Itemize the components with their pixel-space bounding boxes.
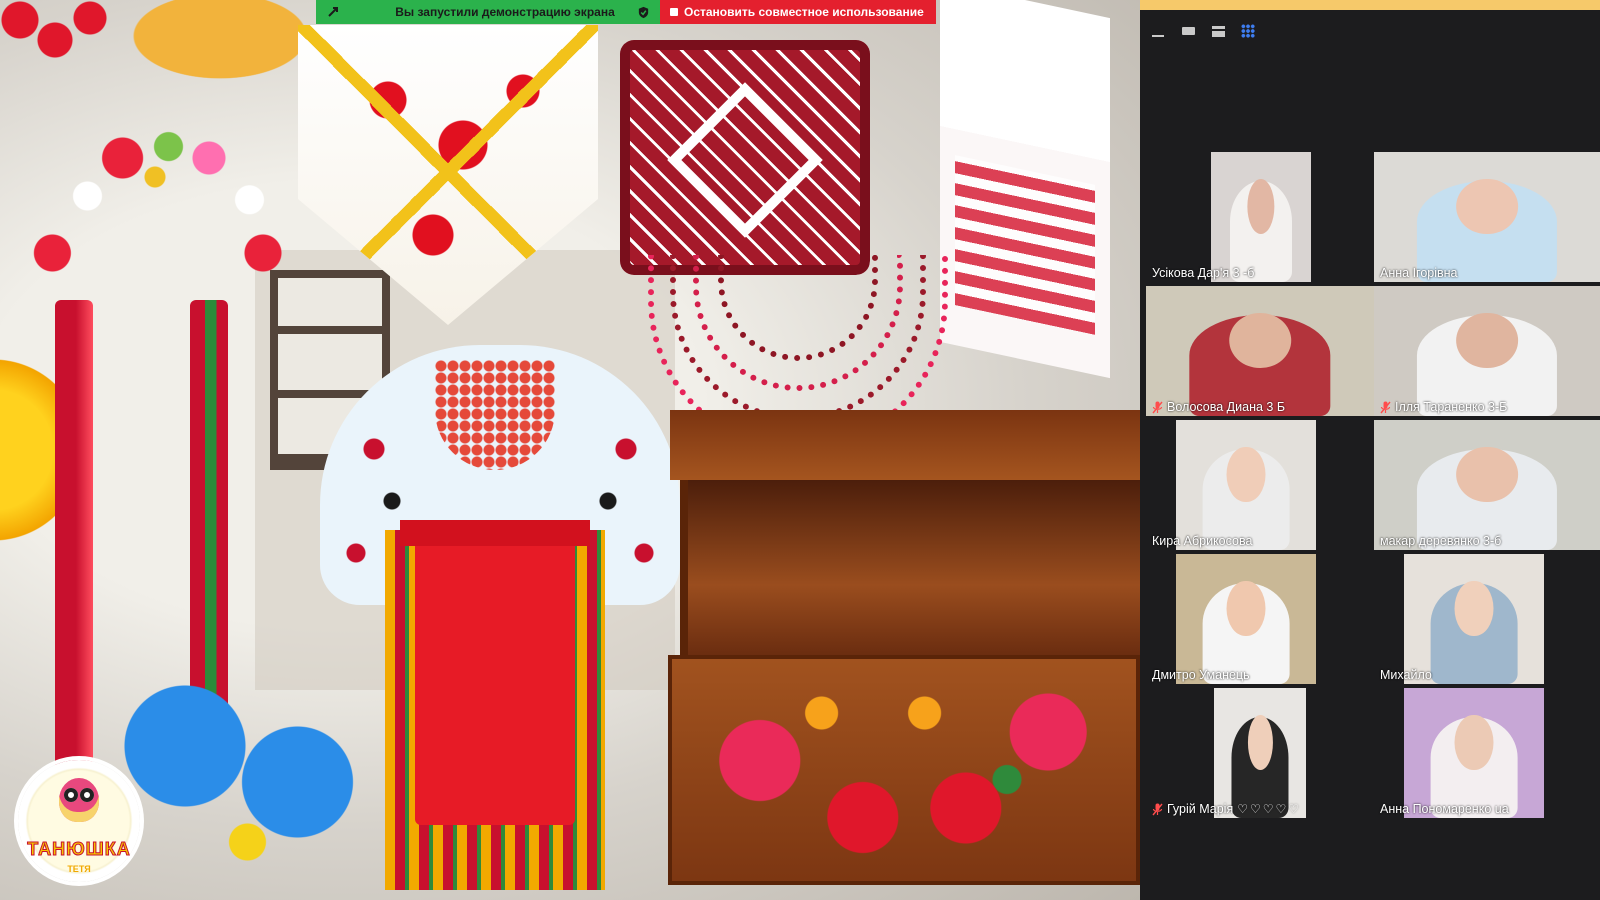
participants-panel: Усікова Дар'я 3 -б Анна Ігорівна Волосова …	[1140, 10, 1600, 900]
tanyushka-logo: ТАНЮШКА ТЕТЯ	[18, 760, 140, 882]
participant-tile[interactable]: Гурій Марія ♡♡♡♡♡	[1146, 688, 1374, 818]
mic-muted-icon	[1152, 803, 1163, 815]
mic-muted-icon	[1380, 401, 1391, 413]
participant-name: макар деревянко 3-б	[1380, 534, 1502, 548]
participant-name-label: Волосова Диана 3 Б	[1152, 400, 1285, 414]
participant-name: Анна Пономаренко ua	[1380, 802, 1509, 816]
participant-name: Михайло	[1380, 668, 1432, 682]
share-screen-icon	[326, 5, 340, 19]
participant-tile[interactable]: Дмитро Уманець	[1146, 554, 1374, 684]
gallery-view-icon[interactable]	[1240, 24, 1256, 38]
participant-video	[1404, 554, 1544, 684]
logo-subtitle: ТЕТЯ	[67, 864, 91, 874]
single-view-icon[interactable]	[1180, 24, 1196, 38]
participant-name-label: Анна Пономаренко ua	[1380, 802, 1509, 816]
participant-video	[1211, 152, 1311, 282]
participant-name-label: макар деревянко 3-б	[1380, 534, 1501, 548]
flower-wreath	[20, 120, 290, 310]
participant-video	[1374, 420, 1600, 550]
participant-name-label: Кира Абрикосова	[1152, 534, 1252, 548]
owl-icon	[59, 778, 99, 822]
participant-video	[1374, 286, 1600, 416]
heart-emoji-icons: ♡♡♡♡♡	[1237, 802, 1302, 816]
stop-sharing-button[interactable]: Остановить совместное использование	[660, 0, 936, 24]
participant-name-label: Дмитро Уманець	[1152, 668, 1250, 682]
participant-tile[interactable]: Михайло	[1374, 554, 1600, 684]
painted-chest-front	[668, 655, 1140, 885]
embroidered-pillow	[620, 40, 870, 275]
participant-name-label: Усікова Дар'я 3 -б	[1152, 266, 1254, 280]
share-status-bar: Вы запустили демонстрацию экрана	[316, 0, 660, 24]
chest-interior	[680, 480, 1140, 655]
participant-video	[1176, 420, 1316, 550]
participant-name: Гурій Марія	[1167, 802, 1234, 816]
participant-tile[interactable]: Кира Абрикосова	[1146, 420, 1374, 550]
participant-name: Усікова Дар'я 3 -б	[1152, 266, 1255, 280]
logo-name: ТАНЮШКА	[27, 839, 131, 860]
participant-tile[interactable]: Ілля Тараненко 3-Б	[1374, 286, 1600, 416]
participant-tile[interactable]: Анна Пономаренко ua	[1374, 688, 1600, 818]
participant-name: Ілля Тараненко 3-Б	[1395, 400, 1508, 414]
viburnum-berries-decoration	[0, 0, 110, 80]
stop-icon	[670, 8, 678, 16]
participant-tile[interactable]: Анна Ігорівна	[1374, 152, 1600, 282]
participant-gallery: Усікова Дар'я 3 -б Анна Ігорівна Волосова …	[1146, 152, 1600, 818]
participant-video	[1404, 688, 1544, 818]
participant-tile[interactable]: макар деревянко 3-б	[1374, 420, 1600, 550]
share-status-text: Вы запустили демонстрацию экрана	[395, 5, 615, 19]
wheat-decoration	[110, 0, 330, 90]
participant-video	[1146, 286, 1374, 416]
minimize-icon[interactable]	[1150, 24, 1166, 38]
shared-screen: ТАНЮШКА ТЕТЯ	[0, 0, 1140, 900]
red-belt	[400, 520, 590, 546]
screen-share-banner: Вы запустили демонстрацию экрана Останов…	[316, 0, 936, 24]
participant-tile[interactable]: Усікова Дар'я 3 -б	[1146, 152, 1374, 282]
participant-name-label: Анна Ігорівна	[1380, 266, 1458, 280]
participant-video	[1374, 152, 1600, 282]
participant-name-label: Гурій Марія ♡♡♡♡♡	[1152, 802, 1301, 816]
participant-name: Дмитро Уманець	[1152, 668, 1250, 682]
speaker-view-icon[interactable]	[1210, 24, 1226, 38]
embroidered-towel	[940, 0, 1110, 379]
red-apron	[415, 525, 575, 825]
participant-video	[1214, 688, 1306, 818]
participant-name: Анна Ігорівна	[1380, 266, 1458, 280]
participant-video	[1176, 554, 1316, 684]
participant-name-label: Ілля Тараненко 3-Б	[1380, 400, 1507, 414]
participant-name: Кира Абрикосова	[1152, 534, 1253, 548]
bluebell-flowers-decoration	[110, 650, 360, 890]
participant-name-label: Михайло	[1380, 668, 1432, 682]
stop-sharing-label: Остановить совместное использование	[684, 5, 924, 19]
mic-muted-icon	[1152, 401, 1163, 413]
chest-lid	[670, 410, 1140, 480]
view-controls	[1150, 24, 1256, 38]
shield-icon[interactable]	[636, 5, 650, 19]
wreath-ribbon-left	[55, 300, 93, 780]
participant-tile[interactable]: Волосова Диана 3 Б	[1146, 286, 1374, 416]
panel-top-strip	[1140, 0, 1600, 10]
participant-silhouette	[1430, 582, 1518, 684]
participant-name: Волосова Диана 3 Б	[1167, 400, 1286, 414]
